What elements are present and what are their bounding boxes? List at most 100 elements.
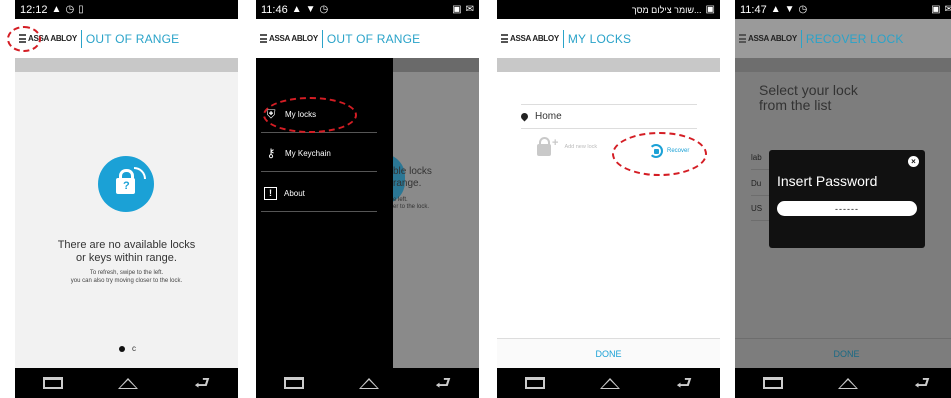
location-pin-icon [519, 111, 530, 122]
status-time: 12:12 [20, 3, 48, 16]
status-bar: 12:12 ▲ ◷ ▯ [15, 0, 238, 19]
menu-icon[interactable] [501, 34, 508, 43]
add-new-lock-button[interactable]: + Add new lock [537, 137, 598, 156]
select-lock-prompt: Select your lock from the list [759, 82, 858, 113]
drawer-item-label: About [284, 188, 305, 198]
back-icon[interactable]: ⮐ [194, 374, 210, 392]
android-nav-bar: ⮐ [735, 368, 951, 398]
dialog-title: Insert Password [777, 173, 878, 189]
app-bar: ASSA ABLOY RECOVER LOCK [735, 19, 951, 58]
menu-icon[interactable] [739, 34, 746, 43]
recent-apps-icon[interactable] [283, 377, 304, 389]
menu-icon[interactable] [19, 34, 26, 43]
menu-icon[interactable] [260, 34, 267, 43]
insert-password-dialog: × Insert Password [769, 150, 925, 248]
back-icon[interactable]: ⮐ [914, 374, 930, 392]
app-bar: ASSA ABLOY MY LOCKS [497, 19, 720, 58]
empty-state-area[interactable]: ? There are no available locks or keys w… [15, 72, 238, 368]
signal-icon: ▲ [51, 4, 62, 15]
alarm-icon: ◷ [798, 4, 808, 15]
brand-logo: ASSA ABLOY [510, 34, 559, 43]
signal-wave-icon [134, 167, 146, 179]
title-divider [562, 29, 564, 48]
recover-button[interactable]: Recover [649, 144, 689, 158]
add-new-lock-label: Add new lock [564, 144, 598, 150]
plus-icon: + [552, 137, 559, 149]
drawer-item-about[interactable]: ! About [261, 175, 377, 212]
android-nav-bar: ⮐ [497, 368, 720, 398]
navigation-drawer: ⛨ My locks ⚷ My Keychain ! About [256, 58, 393, 368]
android-nav-bar: ⮐ [15, 368, 238, 398]
phone-screen-out-of-range: 12:12 ▲ ◷ ▯ ASSA ABLOY OUT OF RANGE ? Th… [15, 0, 238, 398]
home-icon[interactable] [838, 377, 859, 389]
lock-icon: ⛨ [266, 107, 276, 121]
locks-list: Home + Add new lock Recover [497, 72, 720, 366]
header-shadow-band [15, 58, 238, 72]
page-title: OUT OF RANGE [85, 31, 180, 46]
home-icon[interactable] [359, 377, 380, 389]
status-bar: 11:46 ▲ ▼ ◷ ▣ ✉ [256, 0, 479, 19]
title-divider [321, 29, 323, 48]
recover-label: Recover [667, 148, 690, 154]
brand-logo: ASSA ABLOY [28, 34, 77, 43]
back-icon[interactable]: ⮐ [676, 374, 692, 392]
mail-icon: ✉ [465, 4, 474, 15]
alarm-icon: ◷ [319, 4, 329, 15]
battery-icon: ▯ [78, 4, 84, 15]
home-icon[interactable] [600, 377, 621, 389]
mail-icon: ✉ [944, 4, 951, 15]
close-icon[interactable]: × [908, 156, 919, 167]
page-title: RECOVER LOCK [805, 31, 904, 46]
drawer-item-label: My locks [285, 109, 317, 119]
status-time: 11:46 [261, 3, 288, 16]
home-icon[interactable] [118, 377, 139, 389]
lock-icon [537, 137, 551, 156]
recent-apps-icon[interactable] [524, 377, 545, 389]
signal-icon: ▲ [291, 4, 302, 15]
signal-icon: ▲ [770, 4, 781, 15]
header-shadow-band [497, 58, 720, 72]
key-icon: ⚷ [266, 146, 276, 160]
list-item-home[interactable]: Home [519, 104, 697, 129]
phone-screen-my-locks: ▣ שומר צילום מסך... ASSA ABLOY MY LOCKS … [497, 0, 720, 398]
info-icon: ! [264, 186, 277, 200]
phone-screen-recover-lock: 11:47 ▲ ▼ ◷ ▣ ✉ ASSA ABLOY RECOVER LOCK … [735, 0, 951, 398]
page-dot-inactive: c [132, 344, 136, 353]
phone-screen-drawer-open: 11:46 ▲ ▼ ◷ ▣ ✉ ASSA ABLOY OUT OF RANGE … [256, 0, 479, 398]
title-divider [80, 29, 82, 48]
drawer-item-my-keychain[interactable]: ⚷ My Keychain [261, 135, 377, 172]
wifi-icon: ▼ [305, 4, 316, 15]
status-text: שומר צילום מסך... [631, 4, 702, 15]
status-bar: ▣ שומר צילום מסך... [497, 0, 720, 19]
recent-apps-icon[interactable] [762, 377, 783, 389]
brand-logo: ASSA ABLOY [269, 34, 318, 43]
title-divider [800, 29, 802, 48]
app-bar: ASSA ABLOY OUT OF RANGE [15, 19, 238, 58]
app-bar: ASSA ABLOY OUT OF RANGE [256, 19, 479, 58]
recent-apps-icon[interactable] [42, 377, 63, 389]
done-button[interactable]: DONE [735, 338, 951, 368]
alarm-icon: ◷ [65, 4, 75, 15]
wifi-icon: ▼ [784, 4, 795, 15]
list-item-label: Home [535, 111, 562, 122]
recover-icon [649, 144, 663, 158]
page-dot-active [119, 345, 125, 352]
notification-icon: ▣ [931, 4, 941, 15]
dimmed-content[interactable]: ble locks range. e left. er to the lock. [383, 58, 479, 368]
status-time: 11:47 [740, 3, 767, 16]
header-shadow-band [735, 58, 951, 72]
page-title: OUT OF RANGE [326, 31, 421, 46]
password-field[interactable] [777, 201, 917, 216]
brand-logo: ASSA ABLOY [748, 34, 797, 43]
status-bar: 11:47 ▲ ▼ ◷ ▣ ✉ [735, 0, 951, 19]
done-button[interactable]: DONE [497, 338, 720, 368]
dimmed-header-band [393, 58, 479, 72]
back-icon[interactable]: ⮐ [435, 374, 451, 392]
screenshot-icon: ▣ [705, 4, 715, 15]
drawer-item-my-locks[interactable]: ⛨ My locks [261, 96, 377, 133]
empty-state-hint: To refresh, swipe to the left. you can a… [70, 270, 183, 284]
wireless-lock-icon: ? [98, 156, 154, 212]
android-nav-bar: ⮐ [256, 368, 479, 398]
page-title: MY LOCKS [567, 31, 632, 46]
empty-state-message: There are no available locks or keys wit… [57, 239, 196, 264]
